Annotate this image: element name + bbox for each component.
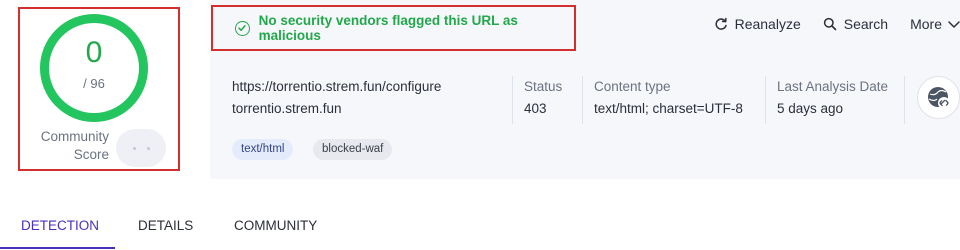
last-analysis-value: 5 days ago <box>777 101 844 116</box>
score-ring-content: 0 / 96 <box>40 14 148 122</box>
verdict-text: No security vendors flagged this URL as … <box>258 13 518 43</box>
community-score-label: Community Score <box>40 129 109 162</box>
tab-details[interactable]: DETAILS <box>138 218 193 233</box>
chevron-down-icon <box>948 21 960 28</box>
url-info-panel: https://torrentio.strem.fun/configure to… <box>210 56 960 179</box>
community-score-toggle[interactable] <box>116 129 166 167</box>
scanned-url[interactable]: https://torrentio.strem.fun/configure <box>232 79 441 94</box>
header-actions: Reanalyze Search More <box>692 16 960 32</box>
divider <box>765 76 766 124</box>
dot-icon <box>133 147 136 150</box>
url-report: 0 / 96 Community Score No security vendo… <box>0 0 960 250</box>
report-tabs: DETECTION DETAILS COMMUNITY <box>0 218 960 250</box>
search-label: Search <box>843 16 889 32</box>
tag-chip[interactable]: blocked-waf <box>313 139 393 160</box>
content-type-label: Content type <box>594 79 671 94</box>
status-label: Status <box>524 79 563 94</box>
search-button[interactable]: Search <box>823 16 888 32</box>
content-type-value: text/html; charset=UTF-8 <box>594 101 743 116</box>
tab-detection[interactable]: DETECTION <box>21 218 99 233</box>
divider <box>582 76 583 124</box>
dot-icon <box>147 147 150 150</box>
search-icon <box>823 17 837 31</box>
reanalyze-button[interactable]: Reanalyze <box>714 16 801 32</box>
more-label: More <box>910 16 942 32</box>
tag-chip[interactable]: text/html <box>232 139 294 160</box>
divider <box>904 76 905 124</box>
last-analysis-label: Last Analysis Date <box>777 79 889 94</box>
url-domain[interactable]: torrentio.strem.fun <box>232 101 342 116</box>
url-identity-button[interactable] <box>917 76 960 119</box>
verdict-banner: No security vendors flagged this URL as … <box>211 5 576 51</box>
active-tab-indicator <box>0 247 115 249</box>
check-circle-icon <box>235 20 250 36</box>
globe-link-icon <box>927 86 950 109</box>
tab-community[interactable]: COMMUNITY <box>234 218 317 233</box>
report-header: No security vendors flagged this URL as … <box>210 0 960 56</box>
more-menu-button[interactable]: More <box>910 16 960 32</box>
divider <box>512 76 513 124</box>
reanalyze-label: Reanalyze <box>734 16 801 32</box>
detection-count: 0 <box>85 36 103 69</box>
refresh-icon <box>715 17 727 30</box>
detection-score-panel: 0 / 96 Community Score <box>18 7 180 171</box>
status-value: 403 <box>524 101 547 116</box>
detection-total: / 96 <box>83 76 105 91</box>
